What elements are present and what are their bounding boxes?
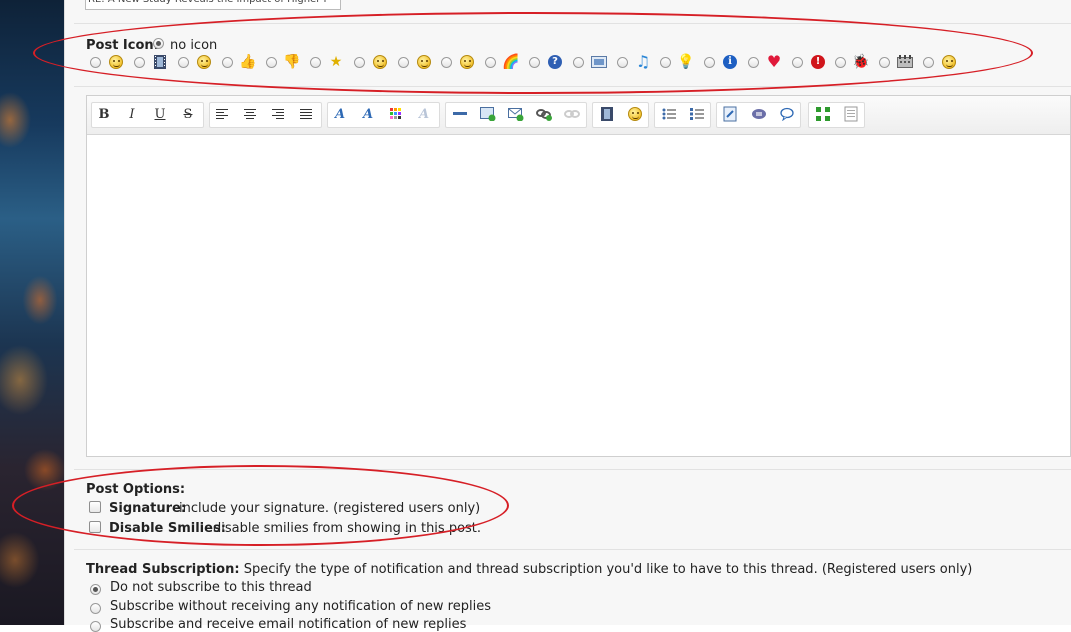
justify-button[interactable] [295, 102, 317, 126]
insert-video-icon[interactable] [596, 102, 618, 126]
signature-label: Signature: [109, 501, 187, 516]
icon-radio[interactable] [792, 57, 803, 68]
icon-radio[interactable] [441, 57, 452, 68]
signature-checkbox[interactable] [89, 501, 101, 513]
thumbs-up-icon: 👍 [239, 54, 257, 70]
divider [74, 86, 1071, 87]
thumbs-down-icon: 👎 [283, 54, 301, 70]
icon-radio[interactable] [704, 57, 715, 68]
icon-radio[interactable] [923, 57, 934, 68]
no-subscribe-label: Do not subscribe to this thread [110, 580, 312, 595]
disable-smilies-checkbox[interactable] [89, 521, 101, 533]
icon-radio[interactable] [573, 57, 584, 68]
align-left-button[interactable] [211, 102, 233, 126]
film-icon [152, 54, 168, 70]
star-icon: ★ [329, 54, 343, 70]
thread-subscription-description: Specify the type of notification and thr… [243, 562, 973, 577]
underline-button[interactable]: U [149, 102, 171, 126]
insert-image-icon[interactable] [477, 102, 499, 126]
align-center-button[interactable] [239, 102, 261, 126]
icon-radio[interactable] [310, 57, 321, 68]
divider [74, 469, 1071, 470]
speech-bubble-icon[interactable] [776, 102, 798, 126]
align-right-button[interactable] [267, 102, 289, 126]
no-subscribe-radio[interactable] [90, 584, 101, 595]
numbered-list-icon[interactable] [686, 102, 708, 126]
rainbow-icon: 🌈 [502, 54, 520, 70]
thread-subscription-label: Thread Subscription: [86, 562, 240, 577]
color-palette-icon[interactable] [385, 102, 407, 126]
smiley-icon [372, 54, 388, 70]
icon-radio[interactable] [835, 57, 846, 68]
question-icon: ? [547, 54, 563, 70]
smiley-icon [108, 54, 124, 70]
picture-icon [591, 54, 607, 70]
smiley-icon [416, 54, 432, 70]
heart-icon: ♥ [766, 52, 782, 71]
php-code-icon[interactable] [748, 102, 770, 126]
subscribe-no-notification-label: Subscribe without receiving any notifica… [110, 599, 491, 614]
lightbulb-icon: 💡 [677, 54, 695, 70]
message-editor: B I U S A A A [86, 95, 1071, 457]
source-view-icon[interactable] [840, 102, 862, 126]
subscribe-no-notification-radio[interactable] [90, 603, 101, 614]
editor-toolbar: B I U S A A A [87, 96, 1070, 135]
insert-smiley-icon[interactable] [624, 102, 646, 126]
smiley-icon [196, 54, 212, 70]
music-note-icon: ♫ [635, 52, 651, 71]
bullet-list-icon[interactable] [658, 102, 680, 126]
divider [74, 23, 1071, 24]
remove-link-icon[interactable] [561, 102, 583, 126]
disable-smilies-description: disable smilies from showing in this pos… [213, 521, 482, 536]
post-icon-label: Post Icon: [86, 38, 159, 53]
icon-radio[interactable] [178, 57, 189, 68]
icon-radio[interactable] [529, 57, 540, 68]
no-icon-label: no icon [170, 38, 218, 53]
insert-email-icon[interactable] [505, 102, 527, 126]
divider [74, 549, 1071, 550]
exclamation-icon: ! [810, 54, 826, 70]
icon-radio[interactable] [660, 57, 671, 68]
signature-description: include your signature. (registered user… [179, 501, 481, 516]
icon-radio[interactable] [617, 57, 628, 68]
strikethrough-button[interactable]: S [177, 102, 199, 126]
icon-radio[interactable] [266, 57, 277, 68]
font-button[interactable]: A [329, 102, 351, 126]
disable-smilies-label: Disable Smilies: [109, 521, 226, 536]
smiley-icon [459, 54, 475, 70]
italic-button[interactable]: I [121, 102, 143, 126]
calendar-icon [897, 54, 913, 70]
icon-radio[interactable] [398, 57, 409, 68]
post-options-label: Post Options: [86, 482, 186, 497]
icon-radio[interactable] [354, 57, 365, 68]
bold-button[interactable]: B [93, 102, 115, 126]
icon-radio[interactable] [748, 57, 759, 68]
icon-radio[interactable] [90, 57, 101, 68]
bug-icon: 🐞 [852, 54, 870, 70]
icon-radio[interactable] [879, 57, 890, 68]
thread-subscription-heading: Thread Subscription: Specify the type of… [86, 562, 972, 577]
subscribe-email-radio[interactable] [90, 621, 101, 632]
icon-radio[interactable] [134, 57, 145, 68]
subject-input[interactable]: RE: A New Study Reveals the Impact of Hi… [85, 0, 341, 10]
grin-icon [941, 54, 957, 70]
info-icon: i [722, 54, 738, 70]
insert-link-icon[interactable] [533, 102, 555, 126]
horizontal-rule-icon[interactable] [449, 102, 471, 126]
quote-icon[interactable] [720, 102, 742, 126]
font-size-button[interactable]: A [357, 102, 379, 126]
icon-radio[interactable] [485, 57, 496, 68]
icon-radio[interactable] [222, 57, 233, 68]
no-icon-radio[interactable] [153, 38, 164, 49]
message-textarea[interactable] [87, 134, 1070, 456]
background-image [0, 0, 64, 625]
clear-format-icon[interactable]: A [413, 102, 435, 126]
fullscreen-icon[interactable] [812, 102, 834, 126]
